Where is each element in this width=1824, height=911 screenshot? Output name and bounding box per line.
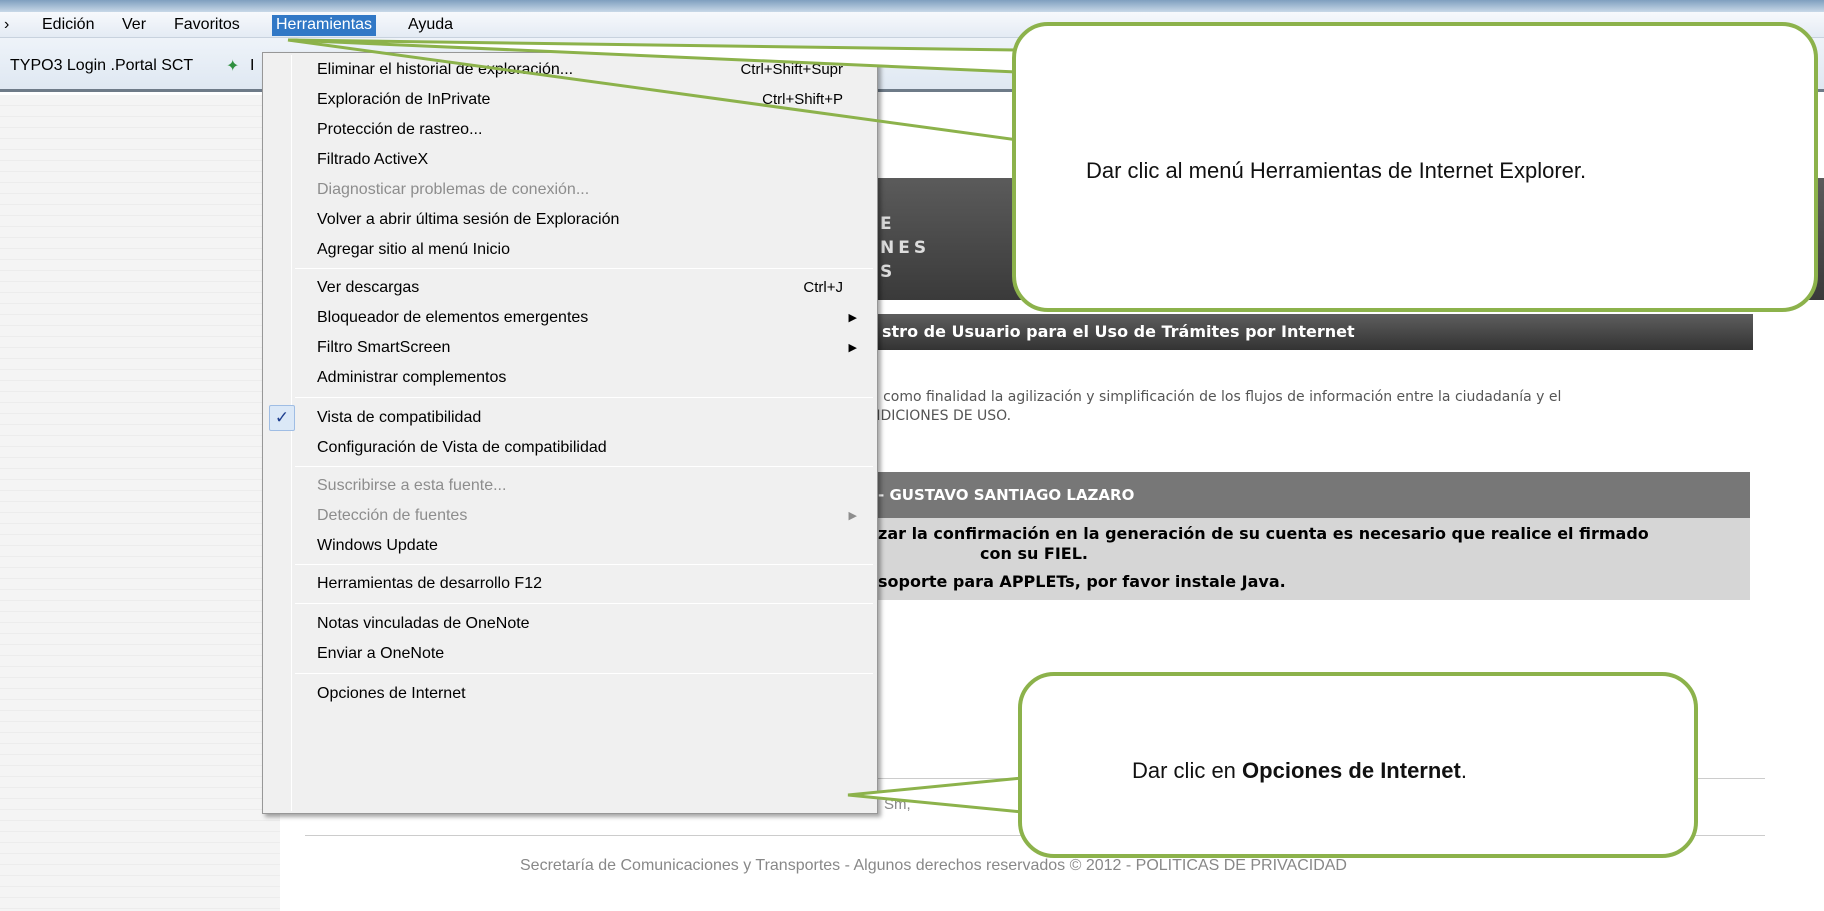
callout-top-text: Dar clic al menú Herramientas de Interne… bbox=[1086, 158, 1587, 183]
callout-bottom-prefix: Dar clic en bbox=[1132, 758, 1243, 783]
callout-bottom: Dar clic en Opciones de Internet. bbox=[1018, 672, 1698, 858]
callout-top: Dar clic al menú Herramientas de Interne… bbox=[1012, 22, 1818, 312]
bottom-callout-pointer bbox=[847, 776, 1024, 814]
callout-bottom-bold: Opciones de Internet bbox=[1242, 758, 1461, 783]
callout-bottom-text: Dar clic en Opciones de Internet. bbox=[1132, 758, 1467, 784]
callout-bottom-suffix: . bbox=[1460, 758, 1467, 783]
